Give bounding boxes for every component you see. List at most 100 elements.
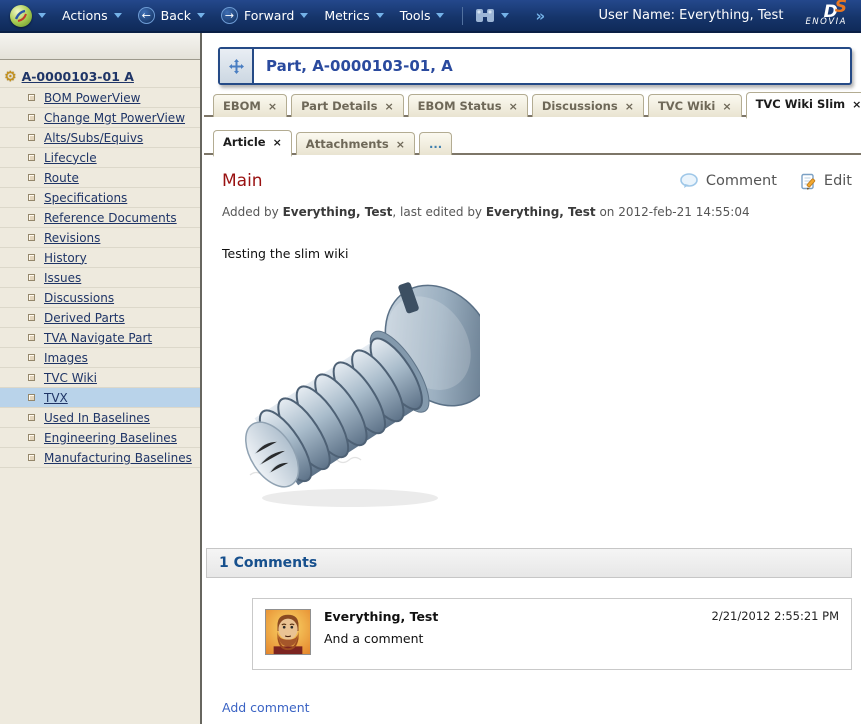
edit-button[interactable]: Edit <box>801 173 852 190</box>
sidebar-item-label[interactable]: BOM PowerView <box>44 91 140 105</box>
search-button[interactable] <box>475 8 510 23</box>
sidebar-item[interactable]: Reference Documents <box>0 208 200 228</box>
back-arrow-icon: ← <box>137 7 155 24</box>
tab-close-icon[interactable]: × <box>509 100 518 113</box>
topbar-right: User Name: Everything, Test DS ENOVIA <box>599 0 851 27</box>
tab[interactable]: Discussions × <box>531 94 644 117</box>
tab-close-icon[interactable]: × <box>268 100 277 113</box>
sidebar-item-label[interactable]: Images <box>44 351 88 365</box>
sidebar-item-label[interactable]: Lifecycle <box>44 151 97 165</box>
chevron-down-icon <box>113 13 122 18</box>
move-handle[interactable] <box>220 49 254 83</box>
sidebar-item-label[interactable]: Issues <box>44 271 81 285</box>
add-comment-link[interactable]: Add comment <box>222 700 310 715</box>
tab-close-icon[interactable]: × <box>396 138 405 151</box>
byline-editor: Everything, Test <box>485 205 596 219</box>
sidebar-item-label[interactable]: Used In Baselines <box>44 411 150 425</box>
sidebar-item[interactable]: TVC Wiki <box>0 368 200 388</box>
sidebar-item[interactable]: Used In Baselines <box>0 408 200 428</box>
sidebar-item[interactable]: Specifications <box>0 188 200 208</box>
sub-tab[interactable]: Article × <box>213 130 292 157</box>
tab[interactable]: TVC Wiki × <box>647 94 742 117</box>
sidebar-item-label[interactable]: TVC Wiki <box>44 371 97 385</box>
sidebar-item-label[interactable]: Discussions <box>44 291 114 305</box>
forward-button[interactable]: → Forward <box>221 7 309 24</box>
sub-tab-overflow-button[interactable]: ... <box>419 132 453 155</box>
comment-author: Everything, Test <box>324 609 439 624</box>
tab-close-icon[interactable]: × <box>852 98 861 111</box>
tree-node-icon <box>28 374 35 381</box>
comments-section-header: 1 Comments <box>206 548 852 578</box>
tree-node-icon <box>28 314 35 321</box>
sidebar-item[interactable]: Images <box>0 348 200 368</box>
tree-node-icon <box>28 234 35 241</box>
sidebar-item[interactable]: Derived Parts <box>0 308 200 328</box>
sidebar-item-label[interactable]: History <box>44 251 87 265</box>
sidebar-item[interactable]: Route <box>0 168 200 188</box>
logo-s: S <box>834 0 847 18</box>
tab-close-icon[interactable]: × <box>625 100 634 113</box>
tab[interactable]: Part Details × <box>291 94 404 117</box>
sidebar-item-label[interactable]: Specifications <box>44 191 127 205</box>
sidebar-item[interactable]: TVA Navigate Part <box>0 328 200 348</box>
tab[interactable]: EBOM × <box>213 94 288 117</box>
sidebar-item[interactable]: Change Mgt PowerView <box>0 108 200 128</box>
tree-node-icon <box>28 94 35 101</box>
sidebar-item-label[interactable]: Revisions <box>44 231 100 245</box>
comment-label: Comment <box>705 173 777 189</box>
article-content: Main Comment Edit Added by Everything, T… <box>204 171 861 716</box>
sidebar-item[interactable]: History <box>0 248 200 268</box>
sidebar-root-link[interactable]: A-0000103-01 A <box>22 69 134 84</box>
tab[interactable]: EBOM Status × <box>407 94 528 117</box>
sidebar-item[interactable]: Lifecycle <box>0 148 200 168</box>
expand-toolbar-icon[interactable]: » <box>535 7 545 25</box>
sidebar-root-item[interactable]: ⚙ A-0000103-01 A <box>0 67 200 88</box>
article-byline: Added by Everything, Test, last edited b… <box>222 205 852 219</box>
metrics-menu[interactable]: Metrics <box>324 8 384 23</box>
sidebar-item[interactable]: Manufacturing Baselines <box>0 448 200 468</box>
sidebar-item[interactable]: Revisions <box>0 228 200 248</box>
sidebar-item-label[interactable]: TVA Navigate Part <box>44 331 152 345</box>
tab-close-icon[interactable]: × <box>384 100 393 113</box>
sidebar-item-label[interactable]: Manufacturing Baselines <box>44 451 192 465</box>
sidebar-item-label[interactable]: Change Mgt PowerView <box>44 111 185 125</box>
article-actions: Comment Edit <box>680 173 852 190</box>
tab-close-icon[interactable]: × <box>273 136 282 149</box>
sidebar-item[interactable]: Engineering Baselines <box>0 428 200 448</box>
byline-author: Everything, Test <box>282 205 393 219</box>
commenter-avatar <box>265 609 311 655</box>
tab[interactable]: TVC Wiki Slim × <box>745 92 861 119</box>
sidebar-item-label[interactable]: Route <box>44 171 79 185</box>
sidebar-item[interactable]: Discussions <box>0 288 200 308</box>
tools-menu[interactable]: Tools <box>400 8 445 23</box>
tab-close-icon[interactable]: × <box>722 100 731 113</box>
sidebar-item[interactable]: Issues <box>0 268 200 288</box>
sidebar-item-label[interactable]: Engineering Baselines <box>44 431 177 445</box>
sidebar-item-label[interactable]: Reference Documents <box>44 211 177 225</box>
byline-timestamp: on 2012-feb-21 14:55:04 <box>595 205 750 219</box>
tab-label: Discussions <box>541 99 618 113</box>
sidebar-item[interactable]: TVX <box>0 388 200 408</box>
tree-node-icon <box>28 274 35 281</box>
back-button[interactable]: ← Back <box>137 7 206 24</box>
sidebar-item-label[interactable]: Derived Parts <box>44 311 125 325</box>
comment-button[interactable]: Comment <box>680 173 777 189</box>
actions-menu[interactable]: Actions <box>62 8 122 23</box>
enovia-globe-icon <box>10 4 32 27</box>
sidebar-item[interactable]: BOM PowerView <box>0 88 200 108</box>
app-menu-button[interactable] <box>10 4 46 27</box>
tree-node-icon <box>28 454 35 461</box>
sub-tab-label: Article <box>223 135 266 149</box>
tree-node-icon <box>28 194 35 201</box>
speech-bubble-icon <box>680 173 698 188</box>
tree-node-icon <box>28 134 35 141</box>
sidebar-item[interactable]: Alts/Subs/Equivs <box>0 128 200 148</box>
edit-pencil-icon <box>801 173 816 190</box>
comment-body: Everything, Test And a comment <box>324 609 699 659</box>
chevron-down-icon <box>300 13 309 18</box>
part-gear-icon: ⚙ <box>4 68 17 85</box>
sub-tab[interactable]: Attachments × <box>295 132 415 155</box>
sidebar-item-label[interactable]: Alts/Subs/Equivs <box>44 131 143 145</box>
tree-node-icon <box>28 114 35 121</box>
sidebar-item-label[interactable]: TVX <box>44 391 68 405</box>
